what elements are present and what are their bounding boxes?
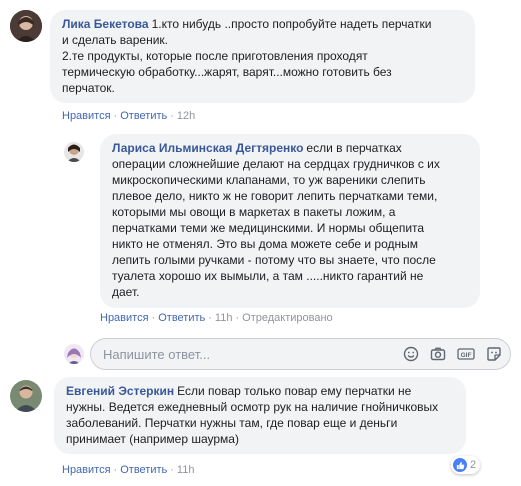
timestamp[interactable]: 11h: [177, 464, 195, 476]
camera-icon[interactable]: [430, 346, 446, 362]
comment-actions: Нравится · Ответить · 11h: [62, 464, 195, 476]
reaction-count[interactable]: 2: [451, 456, 481, 474]
sticker-icon[interactable]: [486, 346, 502, 362]
comment-bubble: Лика Бекетова 1.кто нибудь ..просто попро…: [50, 10, 475, 103]
reply-input[interactable]: Напишите ответ... GIF: [90, 338, 511, 370]
like-link[interactable]: Нравится: [62, 110, 111, 122]
avatar[interactable]: [10, 380, 42, 412]
reply-link[interactable]: Ответить: [158, 312, 205, 324]
gif-icon[interactable]: GIF: [457, 346, 475, 362]
comment-text: если в перчатках операции сложнейшие дел…: [112, 141, 440, 299]
reply-input-placeholder[interactable]: Напишите ответ...: [103, 347, 403, 362]
reply-link[interactable]: Ответить: [120, 110, 167, 122]
like-reaction-icon: [453, 458, 467, 472]
avatar[interactable]: [10, 10, 42, 42]
comment-author[interactable]: Евгений Эстеркин: [66, 384, 174, 398]
svg-text:GIF: GIF: [461, 352, 472, 359]
comment-actions: Нравится · Ответить · 12h: [62, 110, 196, 122]
comment-2: Лариса Ильминская Дегтяренко если в перча…: [64, 134, 480, 308]
edited-label[interactable]: Отредактировано: [242, 312, 333, 324]
reaction-count-value: 2: [470, 459, 477, 471]
current-user-avatar: [64, 344, 84, 364]
comment-bubble: Лариса Ильминская Дегтяренко если в перча…: [100, 134, 480, 308]
comment-author[interactable]: Лариса Ильминская Дегтяренко: [112, 141, 303, 155]
comment-author[interactable]: Лика Бекетова: [62, 17, 149, 31]
comment-bubble: Евгений Эстеркин Если повар только повар …: [54, 377, 466, 454]
avatar[interactable]: [64, 142, 84, 162]
comment-actions: Нравится · Ответить · 11h · Отредактировано: [100, 312, 333, 324]
emoji-icon[interactable]: [403, 346, 419, 362]
reply-link[interactable]: Ответить: [120, 464, 167, 476]
timestamp[interactable]: 12h: [177, 110, 195, 122]
like-link[interactable]: Нравится: [62, 464, 111, 476]
like-link[interactable]: Нравится: [100, 312, 149, 324]
comment-1: Лика Бекетова 1.кто нибудь ..просто попро…: [10, 10, 475, 103]
timestamp[interactable]: 11h: [215, 312, 233, 324]
reply-tools: GIF: [403, 346, 502, 362]
comment-3: Евгений Эстеркин Если повар только повар …: [10, 377, 466, 454]
